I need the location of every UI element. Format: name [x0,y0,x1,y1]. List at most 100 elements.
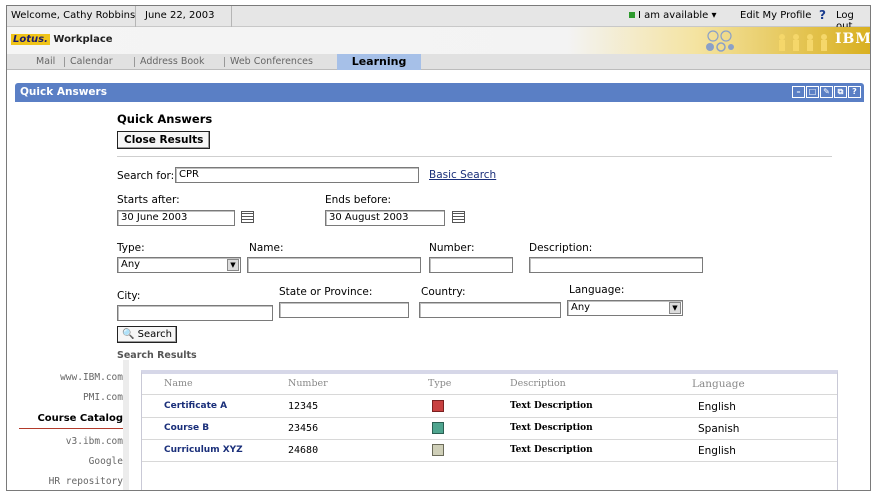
country-input[interactable] [419,302,561,318]
result-language: Spanish [698,423,740,435]
divider [117,156,832,157]
sidebar-link-v3-ibm[interactable]: v3.ibm.com [66,436,123,447]
result-number: 12345 [288,401,319,412]
result-language: English [698,401,736,413]
divider [64,57,65,67]
result-name-link[interactable]: Course B [164,423,209,433]
edit-profile-link[interactable]: Edit My Profile [740,10,811,21]
decorative-symbols-icon [706,30,734,52]
column-header-number[interactable]: Number [288,378,328,389]
state-input[interactable] [279,302,409,318]
minimize-icon[interactable]: – [792,86,805,98]
calendar-icon[interactable] [452,211,465,223]
sidebar-link-course-catalog[interactable]: Course Catalog [37,413,123,424]
portlet-title: Quick Answers [20,86,107,98]
brand-bar: Lotus. Workplace IBM. [7,27,870,54]
result-number: 23456 [288,423,319,434]
search-input[interactable]: CPR [175,167,419,183]
language-label: Language: [569,284,625,296]
basic-search-link[interactable]: Basic Search [429,169,496,181]
name-label: Name: [249,242,284,254]
configure-icon[interactable]: ⧉ [834,86,847,98]
lotus-logo: Lotus. [11,34,50,45]
starts-after-input[interactable]: 30 June 2003 [117,210,235,226]
number-label: Number: [429,242,475,254]
column-header-description[interactable]: Description [510,378,566,389]
ends-before-input[interactable]: 30 August 2003 [325,210,445,226]
divider [135,6,136,27]
search-icon: 🔍 [122,329,135,340]
divider [231,6,232,27]
certificate-icon [432,400,444,412]
course-icon [432,422,444,434]
table-row[interactable]: Certificate A 12345 Text Description Eng… [142,396,837,418]
page-title: Quick Answers [117,112,213,126]
number-input[interactable] [429,257,513,273]
portlet-controls: – □ ✎ ⧉ ? [792,86,861,98]
ibm-logo: IBM. [835,31,871,47]
type-select-value: Any [121,259,141,270]
city-input[interactable] [117,305,273,321]
curriculum-icon [432,444,444,456]
column-header-language[interactable]: Language [692,378,745,390]
name-input[interactable] [247,257,421,273]
portlet-title-bar: Quick Answers – □ ✎ ⧉ ? [15,83,864,102]
results-table: Name Number Type Description Language Ce… [141,370,838,490]
result-description: Text Description [510,423,593,433]
divider [142,394,837,395]
ends-before-value: 30 August 2003 [329,212,409,223]
result-number: 24680 [288,445,319,456]
active-underline [19,428,123,429]
result-description: Text Description [510,401,593,411]
divider [134,57,135,67]
date-text: June 22, 2003 [145,10,215,21]
type-label: Type: [117,242,145,254]
status-icon [629,12,635,18]
description-input[interactable] [529,257,703,273]
tab-mail[interactable]: Mail [36,56,55,67]
table-row[interactable]: Curriculum XYZ 24680 Text Description En… [142,440,837,462]
description-label: Description: [529,242,593,254]
sidebar-link-google[interactable]: Google [89,456,123,467]
city-label: City: [117,290,141,302]
main-nav: Mail Calendar Address Book Web Conferenc… [7,54,870,70]
column-header-type[interactable]: Type [428,378,451,389]
language-select-value: Any [571,302,591,313]
top-bar: Welcome, Cathy Robbins June 22, 2003 I a… [7,6,870,32]
help-icon[interactable]: ? [848,86,861,98]
type-select[interactable]: Any ▼ [117,257,241,273]
search-input-value: CPR [179,169,199,180]
maximize-icon[interactable]: □ [806,86,819,98]
sidebar-link-hr-repository[interactable]: HR repository [49,476,123,487]
close-results-button[interactable]: Close Results [117,131,211,149]
search-for-label: Search for: [117,170,175,182]
edit-icon[interactable]: ✎ [820,86,833,98]
calendar-icon[interactable] [241,211,254,223]
state-label: State or Province: [279,286,373,298]
tab-calendar[interactable]: Calendar [70,56,113,67]
ends-before-label: Ends before: [325,194,392,206]
starts-after-label: Starts after: [117,194,180,206]
portlet-content: Quick Answers Close Results Search for: … [15,102,864,490]
product-logo: Lotus. Workplace [11,34,113,45]
search-button-label: Search [137,329,172,340]
tab-learning[interactable]: Learning [337,54,421,70]
result-name-link[interactable]: Curriculum XYZ [164,445,243,455]
sidebar-link-ibm[interactable]: www.IBM.com [60,372,123,383]
divider [224,57,225,67]
result-name-link[interactable]: Certificate A [164,401,227,411]
product-name: Workplace [53,34,113,45]
table-row[interactable]: Course B 23456 Text Description Spanish [142,418,837,440]
chevron-down-icon: ▼ [227,259,239,271]
sidebar-link-pmi[interactable]: PMI.com [83,392,123,403]
search-button[interactable]: 🔍 Search [117,326,177,343]
tab-address-book[interactable]: Address Book [140,56,205,67]
help-icon[interactable]: ? [819,8,826,22]
language-select[interactable]: Any ▼ [567,300,683,316]
availability-menu[interactable]: I am available ▾ [629,10,717,21]
app-window: Welcome, Cathy Robbins June 22, 2003 I a… [6,5,871,491]
result-language: English [698,445,736,457]
starts-after-value: 30 June 2003 [121,212,188,223]
tab-web-conferences[interactable]: Web Conferences [230,56,313,67]
column-header-name[interactable]: Name [164,378,193,389]
